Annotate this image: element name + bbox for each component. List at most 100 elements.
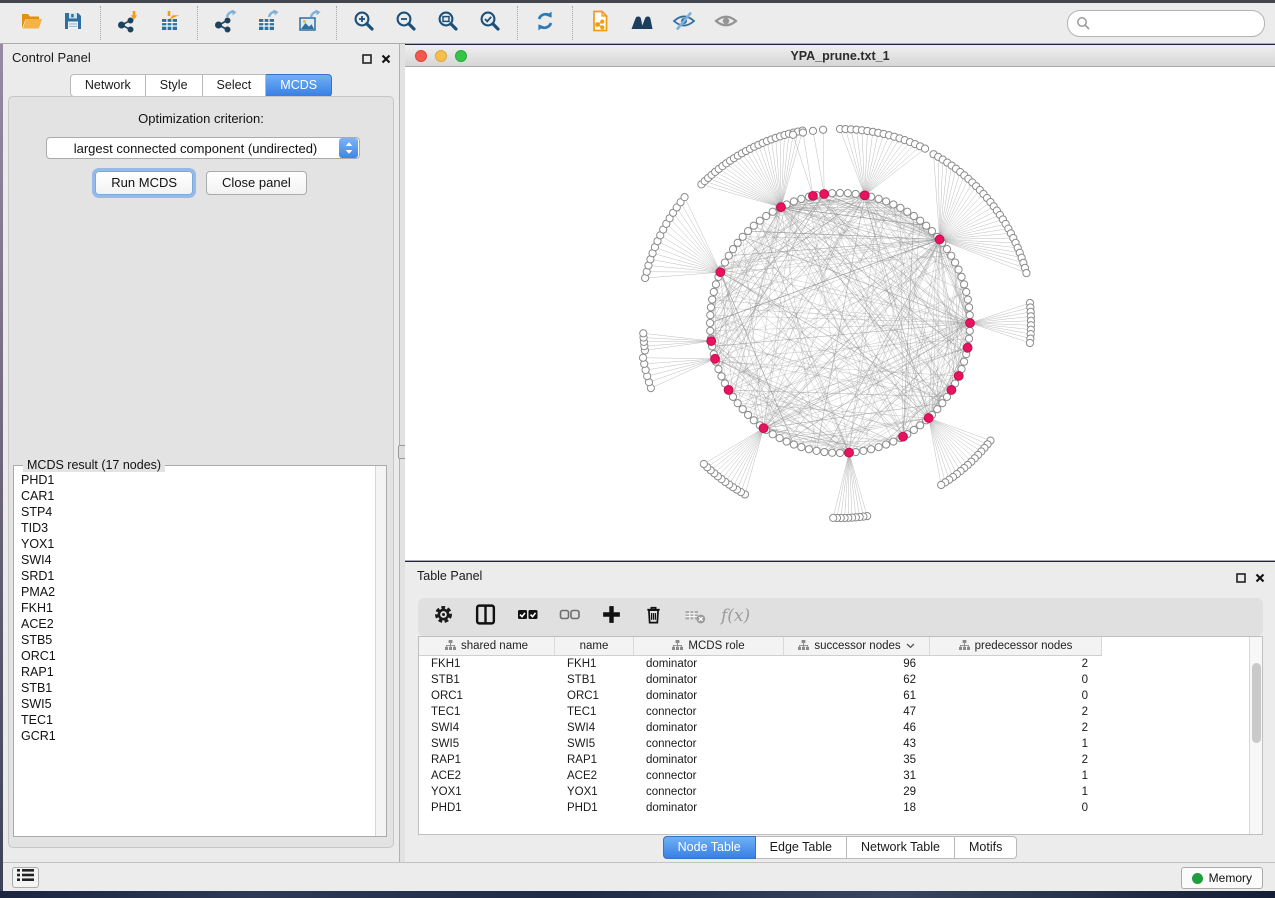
export-image-button[interactable] (288, 5, 330, 41)
column-header-shared-name[interactable]: shared name (419, 637, 555, 655)
table-cell: dominator (634, 722, 784, 734)
mcds-result-item[interactable]: TEC1 (21, 712, 376, 728)
table-row[interactable]: ORC1ORC1dominator610 (419, 688, 1249, 704)
float-panel-icon[interactable] (362, 51, 372, 69)
table-cell: 18 (784, 802, 930, 814)
mcds-result-item[interactable]: STP4 (21, 504, 376, 520)
table-cell: 1 (930, 786, 1102, 798)
network-window-titlebar[interactable]: YPA_prune.txt_1 (405, 45, 1275, 67)
optimization-select[interactable]: largest connected component (undirected) (46, 137, 360, 159)
table-cell: connector (634, 770, 784, 782)
table-row[interactable]: SWI5SWI5connector431 (419, 736, 1249, 752)
show-all-icon (713, 9, 739, 38)
column-visibility-button[interactable] (472, 605, 498, 629)
mcds-result-item[interactable]: RAP1 (21, 664, 376, 680)
mcds-result-scrollbar[interactable] (375, 466, 386, 836)
mcds-result-item[interactable]: SWI4 (21, 552, 376, 568)
import-table-button[interactable] (149, 5, 191, 41)
network-graph[interactable] (405, 67, 1275, 561)
table-settings-gear-button[interactable] (430, 605, 456, 629)
table-row[interactable]: FKH1FKH1dominator962 (419, 656, 1249, 672)
tab-mcds[interactable]: MCDS (266, 74, 332, 97)
mcds-result-item[interactable]: STB5 (21, 632, 376, 648)
toolbar-icon-group (10, 5, 747, 41)
table-row[interactable]: STB1STB1dominator620 (419, 672, 1249, 688)
tab-network[interactable]: Network (70, 74, 146, 97)
mcds-result-item[interactable]: ORC1 (21, 648, 376, 664)
control-panel: Control Panel NetworkStyleSelectMCDS Opt… (3, 44, 400, 862)
column-header-MCDS-role[interactable]: MCDS role (634, 637, 784, 655)
table-cell: 43 (784, 738, 930, 750)
run-mcds-button[interactable]: Run MCDS (95, 171, 193, 195)
table-cell: TEC1 (555, 706, 634, 718)
tab-style[interactable]: Style (146, 74, 203, 97)
tab-motifs[interactable]: Motifs (955, 836, 1017, 859)
float-table-panel-icon[interactable] (1236, 570, 1246, 588)
toolbar-separator (197, 6, 198, 40)
import-network-button[interactable] (107, 5, 149, 41)
select-all-rows-button[interactable] (514, 605, 540, 629)
network-canvas[interactable] (405, 67, 1275, 561)
mcds-result-item[interactable]: STB1 (21, 680, 376, 696)
import-network-icon (116, 9, 140, 38)
table-row[interactable]: SWI4SWI4dominator462 (419, 720, 1249, 736)
mcds-result-item[interactable]: ACE2 (21, 616, 376, 632)
mcds-result-item[interactable]: SRD1 (21, 568, 376, 584)
table-row[interactable]: YOX1YOX1connector291 (419, 784, 1249, 800)
mcds-result-item[interactable]: TID3 (21, 520, 376, 536)
table-row[interactable]: TEC1TEC1connector472 (419, 704, 1249, 720)
table-row[interactable]: ACE2ACE2connector311 (419, 768, 1249, 784)
save-session-button[interactable] (52, 5, 94, 41)
table-scrollbar-thumb[interactable] (1252, 663, 1261, 743)
mcds-result-item[interactable]: SWI5 (21, 696, 376, 712)
tab-edge-table[interactable]: Edge Table (756, 836, 847, 859)
memory-button[interactable]: Memory (1181, 867, 1263, 889)
mcds-result-item[interactable]: GCR1 (21, 728, 376, 744)
tab-select[interactable]: Select (203, 74, 267, 97)
export-table-button[interactable] (246, 5, 288, 41)
optimization-select-value: largest connected component (undirected) (47, 141, 338, 156)
table-cell: connector (634, 786, 784, 798)
table-row[interactable]: RAP1RAP1dominator352 (419, 752, 1249, 768)
table-column-type-icon (672, 640, 683, 653)
table-scrollbar[interactable] (1249, 637, 1262, 834)
clone-network-button[interactable] (579, 5, 621, 41)
open-file-button[interactable] (10, 5, 52, 41)
task-history-button[interactable] (12, 867, 39, 888)
column-header-successor-nodes[interactable]: successor nodes (784, 637, 930, 655)
column-header-name[interactable]: name (555, 637, 634, 655)
task-list-icon (17, 868, 34, 887)
zoom-selected-button[interactable] (469, 5, 511, 41)
mcds-result-item[interactable]: PMA2 (21, 584, 376, 600)
export-table-icon (255, 9, 279, 38)
refresh-button[interactable] (524, 5, 566, 41)
close-panel-button[interactable]: Close panel (206, 171, 307, 195)
table-row[interactable]: PHD1PHD1dominator180 (419, 800, 1249, 816)
table-cell: dominator (634, 658, 784, 670)
close-table-panel-icon[interactable] (1255, 570, 1265, 588)
search-input[interactable] (1067, 10, 1265, 37)
mcds-result-item[interactable]: CAR1 (21, 488, 376, 504)
table-cell: 1 (930, 770, 1102, 782)
table-cell: 35 (784, 754, 930, 766)
tab-network-table[interactable]: Network Table (847, 836, 955, 859)
hide-selected-button[interactable] (663, 5, 705, 41)
delete-column-button[interactable] (640, 605, 666, 629)
zoom-in-button[interactable] (343, 5, 385, 41)
export-network-button[interactable] (204, 5, 246, 41)
close-panel-icon[interactable] (381, 51, 391, 69)
zoom-fit-button[interactable] (427, 5, 469, 41)
table-cell: 2 (930, 658, 1102, 670)
mcds-result-item[interactable]: YOX1 (21, 536, 376, 552)
add-column-button[interactable] (598, 605, 624, 629)
tab-node-table[interactable]: Node Table (663, 836, 756, 859)
zoom-selected-icon (478, 9, 502, 38)
column-header-label: shared name (461, 640, 528, 652)
binoculars-button[interactable] (621, 5, 663, 41)
deselect-all-rows-button[interactable] (556, 605, 582, 629)
zoom-out-button[interactable] (385, 5, 427, 41)
mcds-result-item[interactable]: FKH1 (21, 600, 376, 616)
mcds-result-item[interactable]: PHD1 (21, 472, 376, 488)
mcds-result-list[interactable]: PHD1CAR1STP4TID3YOX1SWI4SRD1PMA2FKH1ACE2… (14, 468, 376, 836)
column-header-predecessor-nodes[interactable]: predecessor nodes (930, 637, 1102, 655)
